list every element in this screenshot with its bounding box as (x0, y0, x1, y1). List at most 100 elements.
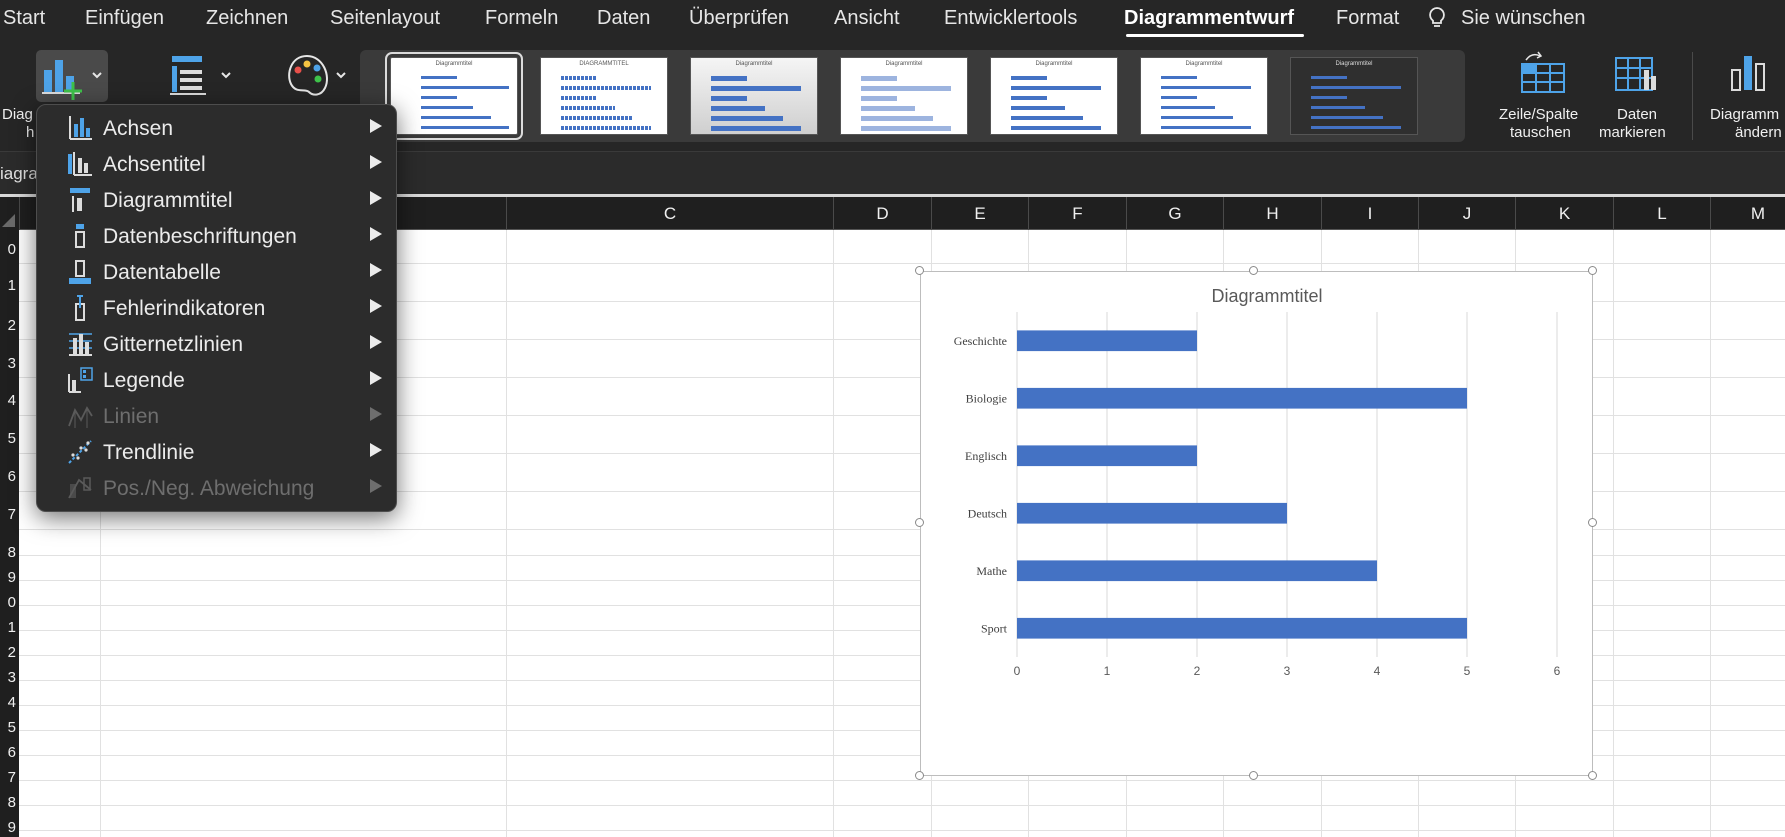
menu-item-datentabelle[interactable]: Datentabelle (37, 254, 396, 290)
submenu-arrow-icon (370, 191, 382, 205)
resize-handle[interactable] (1588, 518, 1597, 527)
switch-row-column-label-2: tauschen (1510, 124, 1571, 141)
menu-item-diagrammtitel[interactable]: Diagrammtitel (37, 182, 396, 218)
add-chart-element-button[interactable] (36, 50, 108, 102)
bar (1017, 445, 1197, 467)
row-header[interactable]: 6 (0, 468, 19, 485)
column-header-k[interactable]: K (1515, 197, 1613, 230)
row-header[interactable]: 9 (0, 819, 19, 836)
name-box[interactable]: iagra (0, 164, 38, 184)
row-header[interactable]: 7 (0, 506, 19, 523)
menu-item-label: Gitternetzlinien (103, 333, 244, 356)
tab-ansicht[interactable]: Ansicht (834, 7, 900, 30)
switch-row-column-button[interactable] (1518, 50, 1568, 96)
row-header[interactable]: 9 (0, 569, 19, 586)
menu-item-gitternetzlinien[interactable]: Gitternetzlinien (37, 326, 396, 362)
chart-title-icon (70, 188, 90, 212)
menu-item-achsen[interactable]: Achsen (37, 110, 396, 146)
select-data-icon (1615, 57, 1656, 91)
menu-item-label: Trendlinie (103, 441, 195, 464)
submenu-arrow-icon (370, 263, 382, 277)
change-colors-button[interactable] (283, 50, 353, 102)
quick-layout-button[interactable] (160, 50, 240, 102)
submenu-arrow-icon (370, 479, 382, 493)
tab-daten[interactable]: Daten (597, 7, 650, 30)
resize-handle[interactable] (915, 266, 924, 275)
category-label: Englisch (965, 449, 1007, 463)
row-header[interactable]: 2 (0, 644, 19, 661)
column-header-c[interactable]: C (506, 197, 833, 230)
tab-formeln[interactable]: Formeln (485, 7, 558, 30)
menu-item-trendlinie[interactable]: Trendlinie (37, 434, 396, 470)
chart-style-thumb[interactable]: Diagrammtitel (1140, 57, 1268, 135)
select-all-corner[interactable] (0, 197, 19, 230)
chart-style-thumb[interactable]: Diagrammtitel (990, 57, 1118, 135)
resize-handle[interactable] (1249, 771, 1258, 780)
column-header-m[interactable]: M (1710, 197, 1785, 230)
palette-icon (288, 54, 346, 96)
row-header[interactable]: 5 (0, 430, 19, 447)
data-labels-icon (75, 224, 85, 248)
row-header[interactable]: 0 (0, 594, 19, 611)
resize-handle[interactable] (1588, 771, 1597, 780)
tab-diagrammentwurf[interactable]: Diagrammentwurf (1124, 7, 1294, 30)
row-header[interactable]: 1 (0, 277, 19, 294)
menu-item-achsentitel[interactable]: Achsentitel (37, 146, 396, 182)
row-header[interactable]: 4 (0, 694, 19, 711)
column-header-e[interactable]: E (931, 197, 1028, 230)
chart-style-thumb[interactable]: Diagrammtitel (1290, 57, 1418, 135)
chart-style-thumb[interactable]: DIAGRAMMTITEL (540, 57, 668, 135)
submenu-arrow-icon (370, 299, 382, 313)
menu-item-datenbeschriftungen[interactable]: Datenbeschriftungen (37, 218, 396, 254)
column-header-j[interactable]: J (1418, 197, 1515, 230)
tab-ueberpruefen[interactable]: Überprüfen (689, 7, 789, 30)
row-header[interactable]: 3 (0, 355, 19, 372)
select-data-label-2: markieren (1599, 124, 1666, 141)
tab-format[interactable]: Format (1336, 7, 1399, 30)
bar (1017, 330, 1197, 352)
column-header-i[interactable]: I (1321, 197, 1418, 230)
chart-style-thumb[interactable]: Diagrammtitel (840, 57, 968, 135)
column-header-g[interactable]: G (1126, 197, 1223, 230)
category-label: Biologie (966, 391, 1007, 405)
resize-handle[interactable] (915, 771, 924, 780)
tab-seitenlayout[interactable]: Seitenlayout (330, 7, 440, 30)
row-header[interactable]: 1 (0, 619, 19, 636)
row-header[interactable]: 8 (0, 794, 19, 811)
tab-einfuegen[interactable]: Einfügen (85, 7, 164, 30)
tab-start[interactable]: Start (3, 7, 45, 30)
column-header-d[interactable]: D (833, 197, 931, 230)
row-header[interactable]: 2 (0, 317, 19, 334)
add-chart-element-icon (42, 60, 102, 100)
resize-handle[interactable] (1588, 266, 1597, 275)
column-header-l[interactable]: L (1613, 197, 1710, 230)
menu-item-legende[interactable]: Legende (37, 362, 396, 398)
chart-object[interactable]: Diagrammtitel 0 1 2 3 4 5 6 Geschichte Biologie En… (920, 271, 1593, 776)
chart-style-thumb-title: Diagrammtitel (1185, 61, 1223, 67)
x-tick-label: 3 (1284, 664, 1291, 678)
menu-item-fehlerindikatoren[interactable]: Fehlerindikatoren (37, 290, 396, 326)
column-header-h[interactable]: H (1223, 197, 1321, 230)
tab-entwicklertools[interactable]: Entwicklertools (944, 7, 1077, 30)
gridlines-icon (69, 333, 92, 356)
up-down-bars-icon (68, 477, 92, 499)
row-header[interactable]: 5 (0, 719, 19, 736)
tell-me-search[interactable]: Sie wünschen (1461, 7, 1586, 30)
change-chart-type-button[interactable] (1728, 50, 1778, 96)
tab-zeichnen[interactable]: Zeichnen (206, 7, 288, 30)
row-header[interactable]: 8 (0, 544, 19, 561)
resize-handle[interactable] (915, 518, 924, 527)
row-header[interactable]: 3 (0, 669, 19, 686)
chart-style-thumb-title: Diagrammtitel (1335, 61, 1373, 67)
switch-row-column-label: Zeile/Spalte (1499, 106, 1579, 123)
row-header[interactable]: 6 (0, 744, 19, 761)
select-data-button[interactable] (1612, 50, 1662, 96)
row-header[interactable]: 4 (0, 392, 19, 409)
row-header[interactable]: 0 (0, 241, 19, 258)
row-header[interactable]: 7 (0, 769, 19, 786)
resize-handle[interactable] (1249, 266, 1258, 275)
column-header-f[interactable]: F (1028, 197, 1126, 230)
chart-style-thumb[interactable]: Diagrammtitel (690, 57, 818, 135)
chart-style-thumb[interactable]: Diagrammtitel (385, 52, 523, 140)
menu-item-label: Datenbeschriftungen (103, 225, 297, 248)
